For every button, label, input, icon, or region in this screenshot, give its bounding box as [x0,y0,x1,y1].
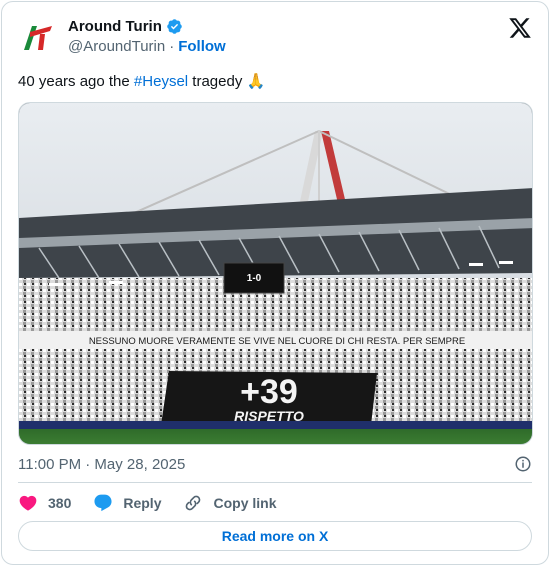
reply-button[interactable]: Reply [93,493,161,513]
copy-link-button[interactable]: Copy link [183,493,277,513]
handle-row: @AroundTurin · Follow [68,38,226,55]
embedded-post-card: Around Turin @AroundTurin · Follow 40 ye… [1,1,549,565]
link-icon [186,495,201,511]
scoreboard-score: 1-0 [247,273,262,284]
info-icon[interactable] [514,455,532,473]
display-name[interactable]: Around Turin [68,18,162,35]
stadium-photo: 1-0 NESSUNO MUORE VERAMENTE SE VIVE NEL … [19,103,532,444]
post-text: 40 years ago the #Heysel tragedy 🙏 [18,72,265,92]
name-row: Around Turin [68,18,183,35]
action-bar: 380 Reply Copy link [18,491,299,515]
post-header: Around Turin @AroundTurin · Follow [18,16,532,60]
x-logo-icon[interactable] [508,16,532,40]
reply-bubble-icon [94,494,112,512]
post-meta-row: 11:00 PM · May 28, 2025 [18,454,532,474]
divider [18,482,532,483]
verified-badge-icon [167,19,182,34]
read-more-button[interactable]: Read more on X [18,521,532,551]
avatar[interactable] [18,18,58,58]
tribute-banner-text: NESSUNO MUORE VERAMENTE SE VIVE NEL CUOR… [89,336,465,347]
heart-icon [19,495,37,511]
copy-link-label: Copy link [213,495,277,511]
tifo-number: +39 [240,373,298,411]
like-count: 380 [48,495,72,511]
around-turin-logo [18,18,58,58]
reply-label: Reply [123,495,162,511]
hashtag-link[interactable]: #Heysel [134,73,188,90]
follow-button[interactable]: Follow [178,38,226,55]
post-timestamp[interactable]: 11:00 PM · May 28, 2025 [18,456,185,473]
post-photo[interactable]: 1-0 NESSUNO MUORE VERAMENTE SE VIVE NEL … [18,102,533,445]
handle[interactable]: @AroundTurin [68,38,165,55]
post-text-after: tragedy 🙏 [188,73,266,90]
post-text-before: 40 years ago the [18,73,134,90]
like-button[interactable]: 380 [18,493,71,513]
separator-dot: · [169,38,175,55]
